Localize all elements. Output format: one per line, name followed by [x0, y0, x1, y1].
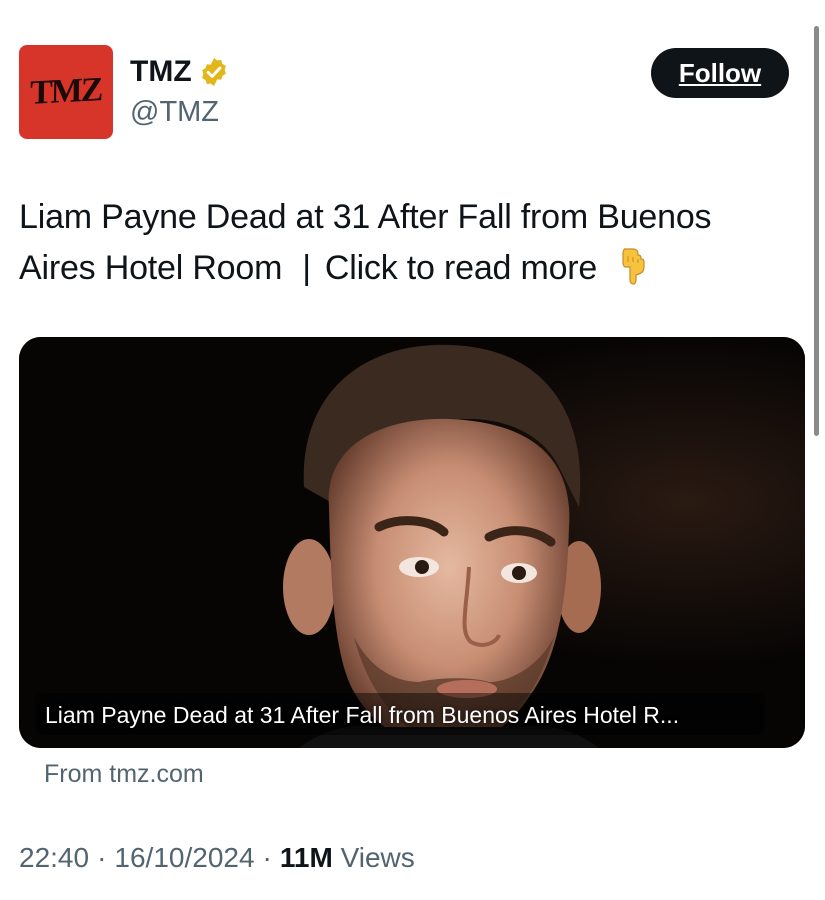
meta-separator: · — [97, 842, 107, 873]
meta-separator: · — [262, 842, 272, 873]
name-row: TMZ — [130, 54, 230, 90]
follow-button[interactable]: Follow — [651, 48, 789, 98]
scrollbar[interactable] — [814, 26, 819, 436]
link-preview-image — [19, 337, 805, 748]
tweet-meta: 22:40 · 16/10/2024 · 11M Views — [19, 841, 415, 875]
pointing-down-emoji-icon — [622, 248, 645, 285]
link-source[interactable]: From tmz.com — [44, 759, 204, 789]
tweet-date[interactable]: 16/10/2024 — [114, 842, 254, 873]
tweet-time[interactable]: 22:40 — [19, 842, 89, 873]
tweet-cta: Click to read more — [324, 249, 598, 287]
avatar-logo-text: TMZ — [29, 71, 103, 112]
author-block: TMZ @TMZ — [130, 54, 230, 130]
handle[interactable]: @TMZ — [130, 94, 230, 130]
link-preview-caption: Liam Payne Dead at 31 After Fall from Bu… — [45, 702, 680, 728]
link-preview-card[interactable]: Liam Payne Dead at 31 After Fall from Bu… — [19, 337, 805, 748]
verified-badge-icon — [201, 58, 226, 86]
display-name[interactable]: TMZ — [130, 54, 192, 90]
tweet-text: Liam Payne Dead at 31 After Fall from Bu… — [19, 192, 779, 294]
tweet-separator: | — [302, 249, 311, 287]
views-count[interactable]: 11M — [280, 842, 333, 873]
avatar[interactable]: TMZ — [19, 45, 113, 139]
views-label: Views — [340, 842, 415, 873]
